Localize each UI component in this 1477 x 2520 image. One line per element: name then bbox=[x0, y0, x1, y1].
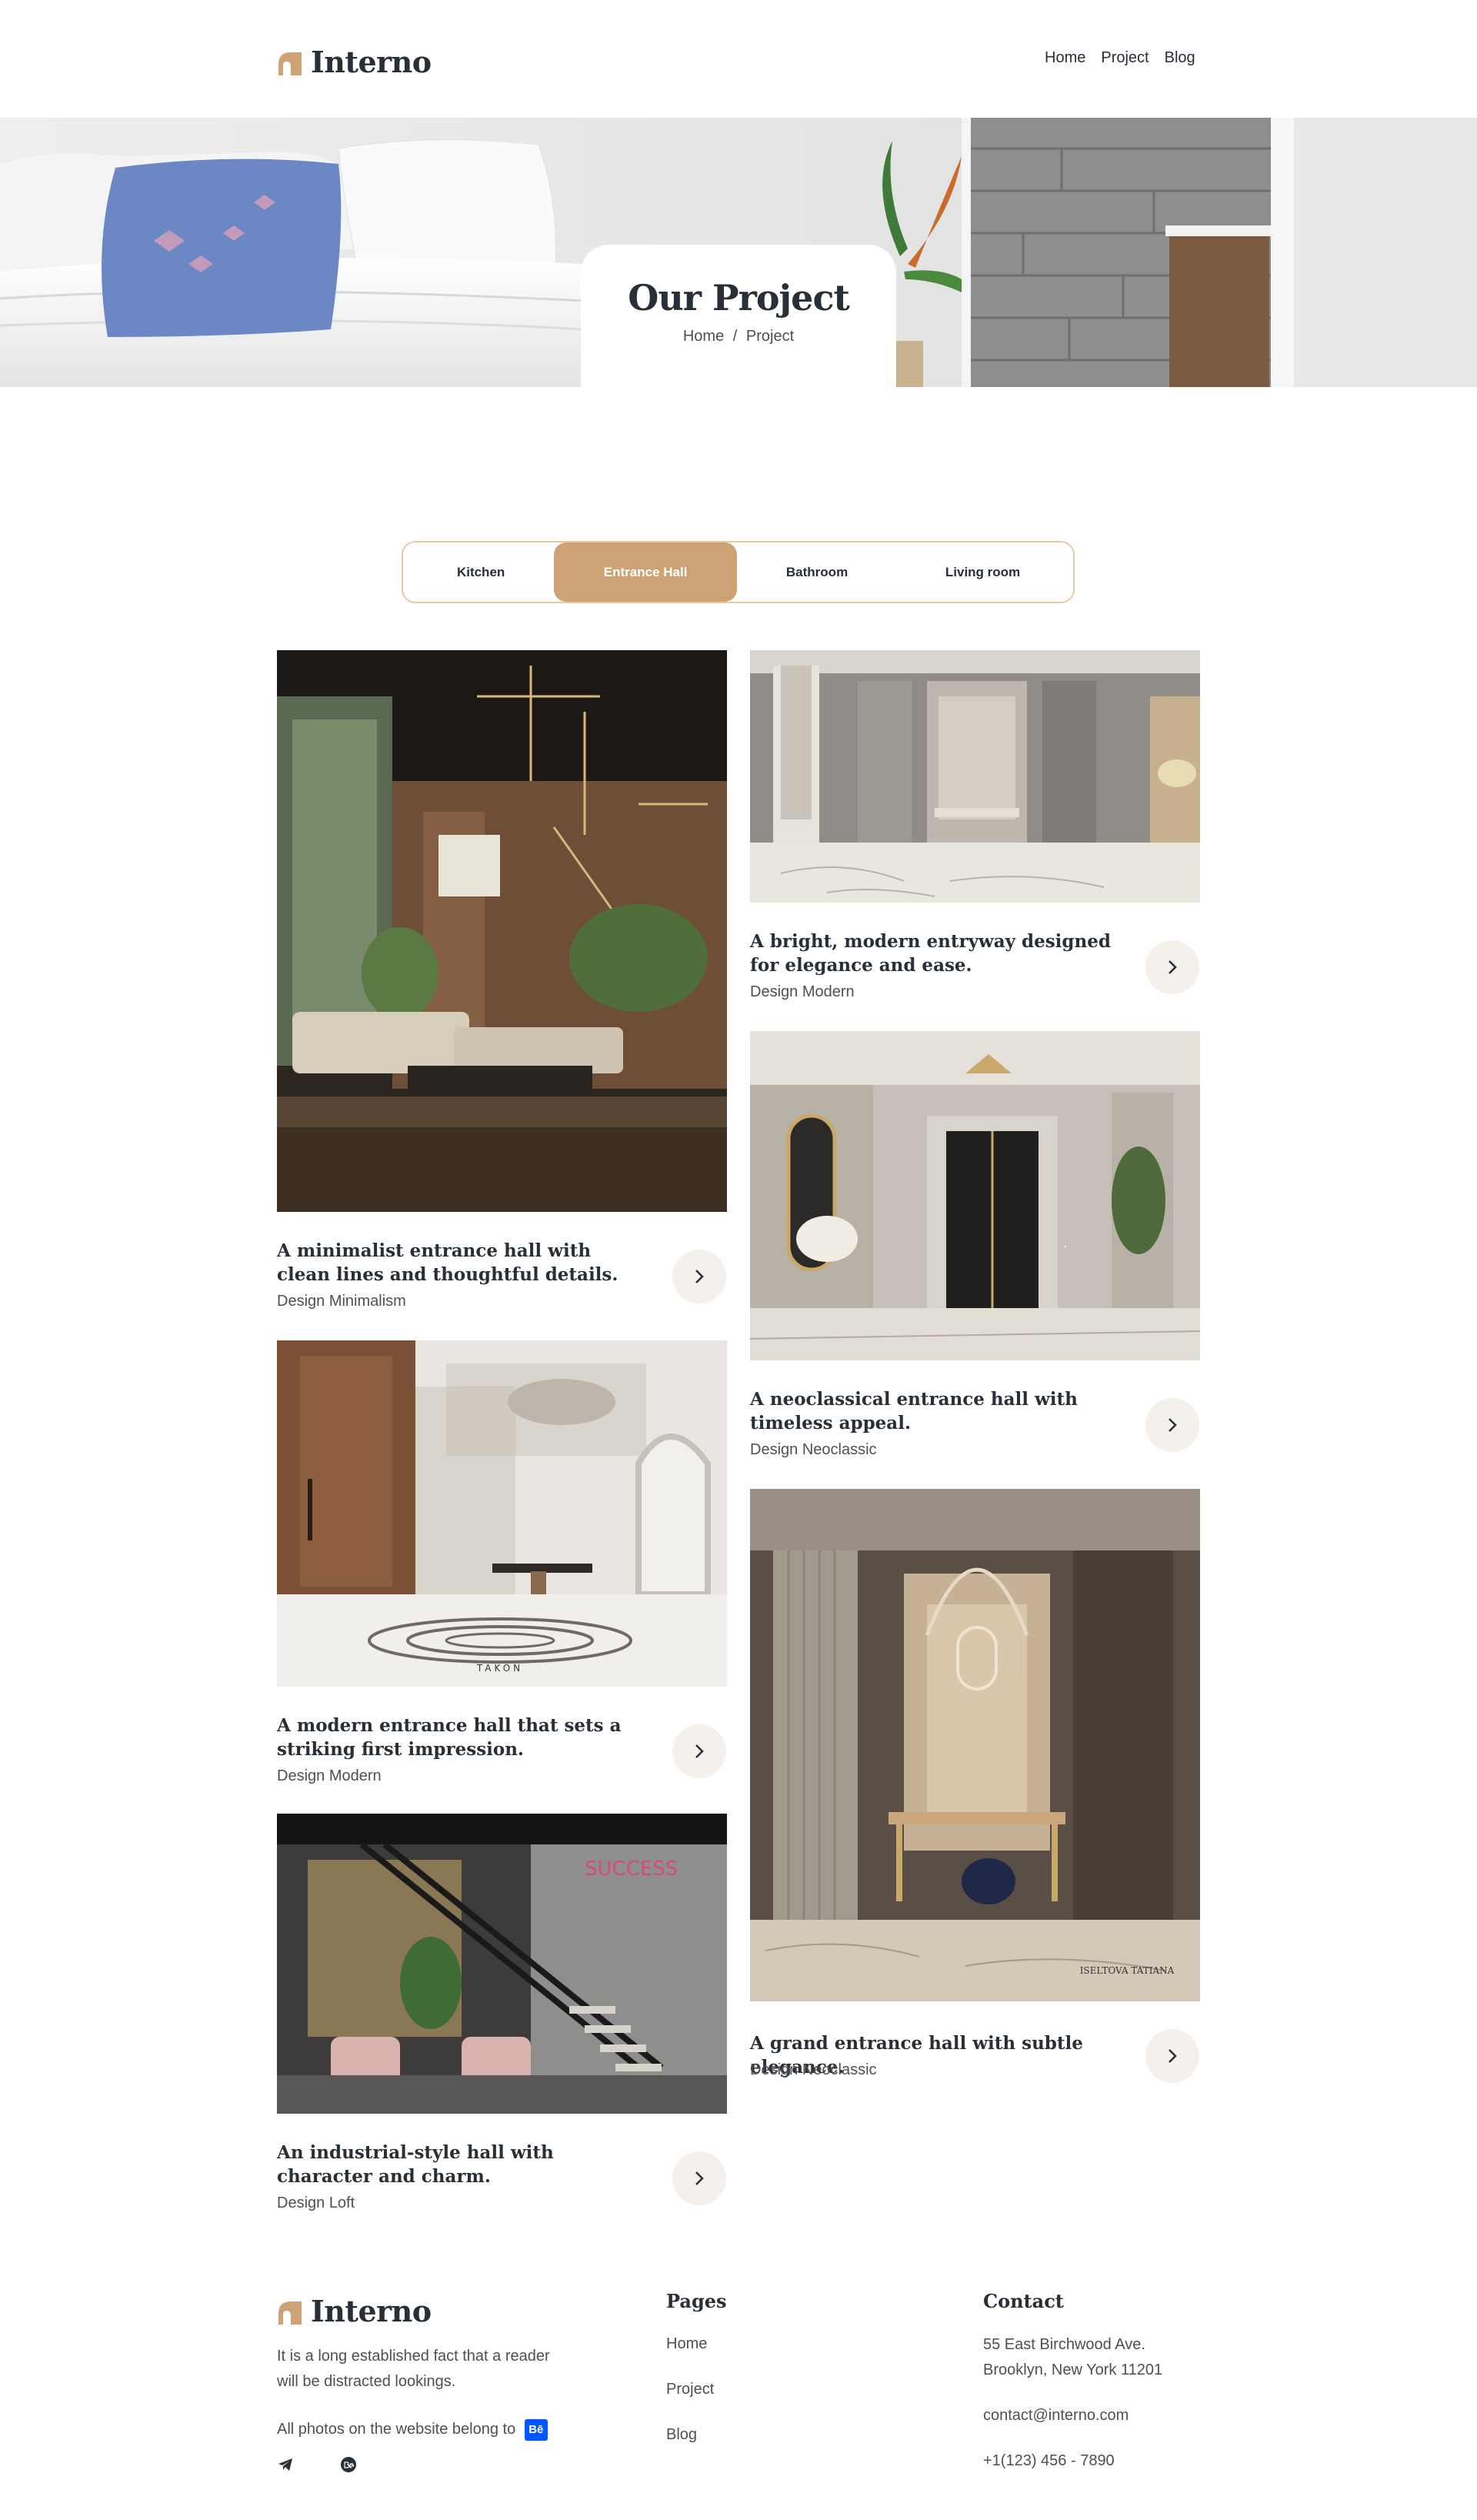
footer-description: It is a long established fact that a rea… bbox=[277, 2348, 550, 2390]
breadcrumb: Home / Project bbox=[581, 328, 896, 345]
page-title: Our Project bbox=[628, 277, 849, 319]
project-arrow-button[interactable] bbox=[672, 1250, 726, 1303]
project-photo: SUCCESS bbox=[277, 1814, 727, 2114]
project-subtitle: Design Neoclassic bbox=[750, 1441, 877, 1458]
iseltova-watermark: ISELTOVA TATIANA bbox=[1080, 1965, 1175, 1976]
hero-title-card: Our Project Home / Project bbox=[581, 245, 896, 387]
chevron-right-icon bbox=[1169, 2049, 1177, 2063]
category-tabs: Kitchen Entrance Hall Bathroom Living ro… bbox=[402, 541, 1075, 603]
footer-brand-name: Interno bbox=[311, 2294, 432, 2328]
footer-email[interactable]: contact@interno.com bbox=[983, 2403, 1129, 2428]
footer-phone[interactable]: +1(123) 456 - 7890 bbox=[983, 2448, 1115, 2474]
project-image-neoclassical-hall[interactable] bbox=[750, 1031, 1200, 1360]
footer-link-home[interactable]: Home bbox=[666, 2335, 707, 2353]
project-subtitle: Design Modern bbox=[277, 1767, 382, 1784]
takon-watermark: TAKON bbox=[476, 1663, 523, 1674]
project-arrow-button[interactable] bbox=[672, 2151, 726, 2205]
breadcrumb-current: Project bbox=[745, 328, 795, 345]
nav-link-project[interactable]: Project bbox=[1101, 49, 1149, 67]
chevron-right-icon bbox=[1169, 960, 1177, 974]
tab-kitchen[interactable]: Kitchen bbox=[408, 542, 554, 602]
telegram-icon[interactable] bbox=[277, 2456, 294, 2473]
project-photo: ISELTOVA TATIANA bbox=[750, 1489, 1200, 2001]
behance-icon[interactable] bbox=[340, 2456, 357, 2473]
logo-icon bbox=[278, 52, 302, 75]
nav-link-home[interactable]: Home bbox=[1045, 49, 1085, 67]
tab-bathroom[interactable]: Bathroom bbox=[737, 542, 897, 602]
footer-contact-heading: Contact bbox=[983, 2290, 1064, 2312]
footer-pages-heading: Pages bbox=[666, 2290, 727, 2312]
project-image-bright-entryway[interactable] bbox=[750, 650, 1200, 903]
footer-link-project[interactable]: Project bbox=[666, 2381, 714, 2398]
project-subtitle: Design Modern bbox=[750, 983, 855, 1000]
logo-icon bbox=[278, 2301, 302, 2325]
project-title[interactable]: A modern entrance hall that sets a strik… bbox=[277, 1714, 646, 1761]
project-arrow-button[interactable] bbox=[672, 1724, 726, 1778]
project-subtitle: Design Loft bbox=[277, 2195, 355, 2211]
main-nav: Home Project Blog bbox=[1045, 49, 1195, 67]
chevron-right-icon bbox=[695, 2171, 704, 2185]
footer-address-line2: Brooklyn, New York 11201 bbox=[983, 2361, 1163, 2378]
project-photo bbox=[750, 1031, 1200, 1360]
footer-address-line1: 55 East Birchwood Ave. bbox=[983, 2336, 1145, 2353]
project-image-modern-hall[interactable]: TAKON bbox=[277, 1340, 727, 1687]
footer-photo-credit: All photos on the website belong to Bē bbox=[277, 2417, 548, 2442]
project-title[interactable]: A neoclassical entrance hall with timele… bbox=[750, 1387, 1119, 1435]
breadcrumb-home[interactable]: Home bbox=[683, 328, 724, 345]
nav-link-blog[interactable]: Blog bbox=[1165, 49, 1195, 67]
project-arrow-button[interactable] bbox=[1145, 1398, 1199, 1452]
project-image-minimalist-hall[interactable] bbox=[277, 650, 727, 1212]
project-title[interactable]: A bright, modern entryway designed for e… bbox=[750, 930, 1119, 977]
footer-link-blog[interactable]: Blog bbox=[666, 2426, 697, 2444]
project-subtitle: Design Neoclassic bbox=[750, 2061, 877, 2078]
project-photo bbox=[277, 650, 727, 1212]
chevron-right-icon bbox=[695, 1744, 704, 1758]
tab-living-room[interactable]: Living room bbox=[897, 542, 1069, 602]
project-photo bbox=[750, 650, 1200, 903]
brand-name: Interno bbox=[311, 45, 432, 79]
footer-logo[interactable]: Interno bbox=[277, 2294, 432, 2328]
project-arrow-button[interactable] bbox=[1145, 2029, 1199, 2083]
footer-social-icons bbox=[277, 2456, 357, 2473]
project-photo: TAKON bbox=[277, 1340, 727, 1687]
project-subtitle: Design Minimalism bbox=[277, 1293, 406, 1310]
chevron-right-icon bbox=[695, 1270, 704, 1283]
project-image-grand-hall[interactable]: ISELTOVA TATIANA bbox=[750, 1489, 1200, 2001]
behance-badge-icon[interactable]: Bē bbox=[524, 2418, 548, 2441]
project-image-industrial-hall[interactable]: SUCCESS bbox=[277, 1814, 727, 2114]
project-title[interactable]: An industrial-style hall with character … bbox=[277, 2141, 646, 2188]
success-graffiti: SUCCESS bbox=[585, 1857, 678, 1881]
breadcrumb-separator: / bbox=[732, 328, 738, 345]
brand-logo[interactable]: Interno bbox=[277, 45, 432, 79]
project-arrow-button[interactable] bbox=[1145, 940, 1199, 994]
chevron-right-icon bbox=[1169, 1418, 1177, 1432]
tab-entrance-hall[interactable]: Entrance Hall bbox=[554, 542, 738, 602]
photo-credit-text: All photos on the website belong to bbox=[277, 2421, 516, 2438]
project-title[interactable]: A minimalist entrance hall with clean li… bbox=[277, 1239, 646, 1287]
